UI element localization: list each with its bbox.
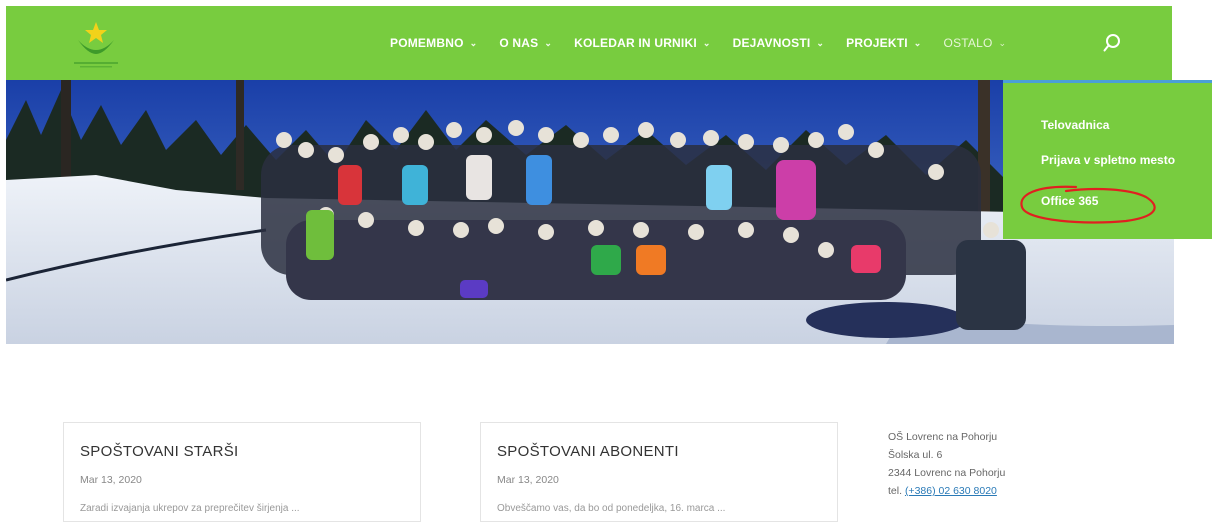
nav-item-label: O NAS	[499, 36, 539, 50]
submenu-item-telovadnica[interactable]: Telovadnica	[1041, 118, 1109, 132]
nav-item-label: DEJAVNOSTI	[732, 36, 811, 50]
post-card[interactable]: SPOŠTOVANI ABONENTI Mar 13, 2020 Obvešča…	[480, 422, 838, 522]
nav-item-ostalo[interactable]: OSTALO ⌄	[944, 36, 1007, 50]
nav-item-o-nas[interactable]: O NAS ⌄	[499, 36, 552, 50]
post-excerpt: Zaradi izvajanja ukrepov za preprečitev …	[80, 503, 300, 514]
post-date: Mar 13, 2020	[80, 474, 142, 486]
submenu-item-prijava[interactable]: Prijava v spletno mesto	[1041, 153, 1175, 167]
school-logo[interactable]	[64, 16, 128, 70]
post-card[interactable]: SPOŠTOVANI STARŠI Mar 13, 2020 Zaradi iz…	[63, 422, 421, 522]
search-icon[interactable]	[1103, 33, 1121, 53]
ostalo-submenu: Telovadnica Prijava v spletno mesto Offi…	[1003, 80, 1212, 239]
phone-link[interactable]: (+386) 02 630 8020	[905, 485, 997, 497]
chevron-down-icon: ⌄	[544, 37, 553, 48]
contact-info: OŠ Lovrenc na Pohorju Šolska ul. 6 2344 …	[888, 428, 1005, 500]
chevron-down-icon: ⌄	[816, 37, 825, 48]
chevron-down-icon: ⌄	[913, 37, 922, 48]
site-header: POMEMBNO ⌄ O NAS ⌄ KOLEDAR IN URNIKI ⌄ D…	[6, 6, 1172, 80]
chevron-down-icon: ⌄	[469, 37, 478, 48]
hero-image	[6, 80, 1174, 344]
nav-item-pomembno[interactable]: POMEMBNO ⌄	[390, 36, 477, 50]
school-name: OŠ Lovrenc na Pohorju	[888, 431, 998, 443]
phone-label: tel.	[888, 485, 903, 497]
chevron-down-icon: ⌄	[998, 37, 1007, 48]
main-nav: POMEMBNO ⌄ O NAS ⌄ KOLEDAR IN URNIKI ⌄ D…	[390, 6, 1028, 80]
post-title[interactable]: SPOŠTOVANI STARŠI	[80, 443, 238, 460]
nav-item-projekti[interactable]: PROJEKTI ⌄	[846, 36, 921, 50]
post-excerpt: Obveščamo vas, da bo od ponedeljka, 16. …	[497, 503, 726, 514]
street-address: Šolska ul. 6	[888, 449, 943, 461]
chevron-down-icon: ⌄	[702, 37, 711, 48]
nav-item-label: POMEMBNO	[390, 36, 464, 50]
city-address: 2344 Lovrenc na Pohorju	[888, 467, 1006, 479]
submenu-item-office-365[interactable]: Office 365	[1041, 194, 1098, 208]
nav-item-label: OSTALO	[943, 36, 993, 50]
nav-item-label: KOLEDAR IN URNIKI	[574, 36, 697, 50]
nav-item-label: PROJEKTI	[846, 36, 908, 50]
post-date: Mar 13, 2020	[497, 474, 559, 486]
nav-item-dejavnosti[interactable]: DEJAVNOSTI ⌄	[733, 36, 825, 50]
phone-line: tel. (+386) 02 630 8020	[888, 482, 1005, 500]
post-title[interactable]: SPOŠTOVANI ABONENTI	[497, 443, 679, 460]
winter-group-photo	[6, 80, 1174, 344]
nav-item-koledar-in-urniki[interactable]: KOLEDAR IN URNIKI ⌄	[574, 36, 710, 50]
